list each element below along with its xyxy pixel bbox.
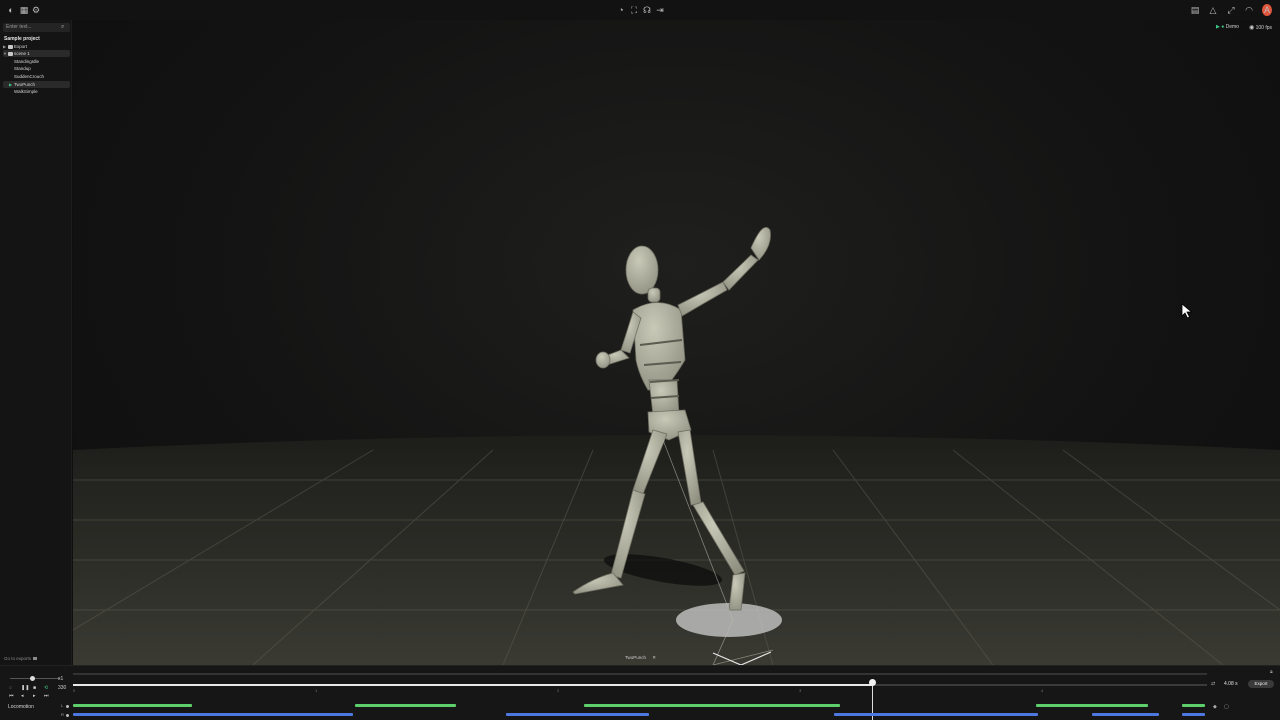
- tree-item-suddencrouch[interactable]: SuddenCrouch: [3, 73, 70, 80]
- tree-item-label: SuddenCrouch: [14, 74, 45, 79]
- track-clip-bar[interactable]: [73, 713, 354, 716]
- square-icon[interactable]: ▢: [1224, 704, 1229, 710]
- track-clip-bar[interactable]: [833, 713, 1039, 716]
- lane-keyframe-dot[interactable]: [66, 705, 69, 708]
- tree-item-label: Standup: [14, 66, 31, 71]
- search-icon[interactable]: ⌕: [61, 23, 69, 32]
- clip-tag-label: TwoPunch: [625, 655, 647, 660]
- avatar[interactable]: A: [1262, 4, 1272, 16]
- track-clip-bar[interactable]: [1182, 704, 1205, 707]
- warning-icon[interactable]: △: [1208, 4, 1218, 16]
- ruler-tick: 0: [73, 688, 76, 693]
- top-bar: ◐ ▦ ⚙ ◔ ⛶ ☊ ⇥ ▤ △ ⤢ ◠ A: [0, 0, 1280, 20]
- lane-keyframe-dot[interactable]: [66, 714, 69, 717]
- top-right-controls: ▤ △ ⤢ ◠ A: [1190, 4, 1272, 16]
- tree-item-label: scene 1: [14, 51, 30, 56]
- play-mode-indicator[interactable]: ▶ ● Demo: [1216, 24, 1239, 31]
- track-clip-bar[interactable]: [506, 713, 650, 716]
- tree-item-label: Export: [14, 44, 28, 49]
- skip-end-icon[interactable]: ⏭: [44, 693, 49, 699]
- loop-toggle-icon[interactable]: ◌: [9, 685, 12, 691]
- tree-item-scene-1[interactable]: ▼ scene 1: [3, 50, 70, 57]
- project-sidebar: Enter text... ⌕ Sample project ▶ Export ▼…: [0, 20, 72, 665]
- speed-slider-handle[interactable]: [30, 676, 35, 681]
- stop-icon[interactable]: ■: [33, 685, 36, 691]
- search-input[interactable]: Enter text...: [3, 23, 70, 32]
- tree-item-label: WalkSimple: [14, 89, 38, 94]
- fps-label: 100 fps: [1255, 25, 1272, 31]
- folder-icon: [8, 44, 13, 49]
- tree-item-label: TwoPunch: [14, 82, 36, 87]
- ruler-tick: 1: [315, 688, 318, 693]
- lock-icon[interactable]: 🔒︎: [1270, 669, 1273, 675]
- track-clip-bar[interactable]: [1092, 713, 1160, 716]
- playback-controls: x1 ◌ ❚❚ ■ ⟲ 330 ⏮ ◂ ▸ ⏭: [6, 670, 68, 700]
- layers-icon[interactable]: ▤: [1190, 4, 1200, 16]
- pause-icon[interactable]: ❚❚: [21, 685, 29, 691]
- grid-icon[interactable]: ▦: [18, 4, 30, 16]
- app-window: ◐ ▦ ⚙ ◔ ⛶ ☊ ⇥ ▤ △ ⤢ ◠ A Enter text... ⌕ …: [0, 0, 1280, 720]
- speed-label: x1: [58, 676, 64, 682]
- track-clip-bar[interactable]: [1182, 713, 1205, 716]
- step-back-icon[interactable]: ◂: [21, 693, 24, 699]
- timeline-panel: x1 ◌ ❚❚ ■ ⟲ 330 ⏮ ◂ ▸ ⏭ 0 1 2 3 4 ⇄ 4.08…: [0, 665, 1280, 720]
- headphones-icon[interactable]: ☊: [641, 4, 653, 16]
- 3d-viewport[interactable]: ▶ ● Demo ◉ 100 fps TwoPunch ✕: [73, 20, 1280, 665]
- tree-item-standup[interactable]: Standup: [3, 65, 70, 72]
- tree-item-walksimple[interactable]: WalkSimple: [3, 88, 70, 95]
- play-icon: ▶ ●: [1215, 24, 1225, 30]
- mode-label: Demo: [1225, 24, 1239, 30]
- fps-indicator[interactable]: ◉ 100 fps: [1249, 24, 1272, 31]
- step-forward-icon[interactable]: ▸: [33, 693, 36, 699]
- track-clip-bar[interactable]: [1035, 704, 1149, 707]
- timeline-progress: [73, 684, 873, 686]
- scene-canvas: [73, 226, 1280, 665]
- pose-icon[interactable]: ◔: [615, 4, 627, 16]
- mouse-cursor-icon: [1181, 303, 1193, 319]
- speed-slider[interactable]: [10, 678, 60, 679]
- ruler-tick: 3: [799, 688, 802, 693]
- frame-icon[interactable]: ⛶: [628, 4, 640, 16]
- app-logo-icon[interactable]: ◐: [5, 4, 17, 16]
- tree-item-export[interactable]: ▶ Export: [3, 43, 70, 50]
- go-to-exports-link[interactable]: Go to exports: [4, 656, 38, 661]
- export-button[interactable]: Export: [1248, 680, 1274, 688]
- wifi-icon[interactable]: ◠: [1244, 4, 1254, 16]
- lane-label-left: L: [61, 703, 64, 708]
- clip-tag[interactable]: TwoPunch ✕: [625, 655, 656, 661]
- overview-track[interactable]: [73, 673, 1207, 675]
- diamond-icon[interactable]: ◆: [1213, 704, 1217, 710]
- project-title: Sample project: [4, 36, 40, 42]
- folder-icon: [33, 657, 38, 660]
- lane-label-right: R: [61, 712, 64, 717]
- repeat-icon[interactable]: ⟲: [44, 685, 48, 691]
- ruler-tick: 4: [1041, 688, 1044, 693]
- tree-item-label: StandingIdle: [14, 59, 40, 64]
- viewport-status: ▶ ● Demo ◉ 100 fps: [1216, 24, 1272, 31]
- time-readout: 4.08 s: [1224, 681, 1238, 687]
- flow-icon[interactable]: ⇥: [654, 4, 666, 16]
- track-clip-bar[interactable]: [355, 704, 457, 707]
- frame-count: 330: [58, 685, 67, 691]
- track-label-locomotion: Locomotion: [8, 704, 34, 710]
- ruler-tick: 2: [557, 688, 560, 693]
- go-to-exports-label: Go to exports: [4, 656, 32, 661]
- tree-item-standingidle[interactable]: StandingIdle: [3, 58, 70, 65]
- skip-start-icon[interactable]: ⏮: [9, 693, 14, 699]
- loop-range-icon[interactable]: ⇄: [1211, 681, 1215, 687]
- gear-icon[interactable]: ⚙: [30, 4, 42, 16]
- track-clip-bar[interactable]: [584, 704, 840, 707]
- fullscreen-icon[interactable]: ⤢: [1226, 4, 1236, 16]
- floor-plane: [73, 435, 1280, 665]
- folder-icon: [8, 51, 13, 56]
- timeline-scrubber[interactable]: [73, 684, 1207, 686]
- eye-icon: ◉: [1248, 25, 1255, 31]
- tree-item-twopunch[interactable]: ▶ TwoPunch: [3, 81, 70, 88]
- track-clip-bar[interactable]: [73, 704, 193, 707]
- close-icon[interactable]: ✕: [652, 655, 656, 660]
